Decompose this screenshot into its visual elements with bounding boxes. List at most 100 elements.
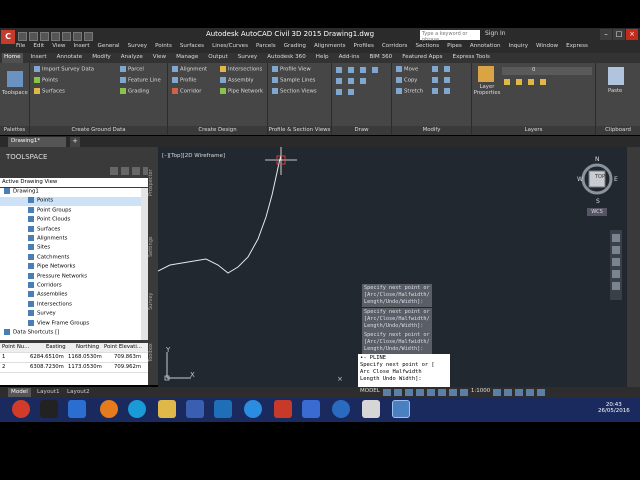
- annotation-scale[interactable]: 1:1000: [471, 388, 490, 397]
- tree-item-assemblies[interactable]: Assemblies: [0, 291, 141, 300]
- tree-item-survey[interactable]: Survey: [0, 310, 141, 319]
- menu-corridors[interactable]: Corridors: [382, 43, 408, 53]
- ribbon-tab-add-ins[interactable]: Add-ins: [337, 53, 362, 63]
- view-mode-dropdown[interactable]: Active Drawing View: [0, 178, 148, 187]
- tree-item-alignments[interactable]: Alignments: [0, 235, 141, 244]
- polar-icon[interactable]: [415, 389, 424, 396]
- alignment-button[interactable]: Alignment: [172, 66, 207, 73]
- paste-button[interactable]: Paste: [608, 88, 622, 94]
- hatch-tool-icon[interactable]: [348, 78, 356, 85]
- feature-line-button[interactable]: Feature Line: [120, 77, 161, 84]
- photos-icon[interactable]: [214, 400, 232, 418]
- ribbon-tab-annotate[interactable]: Annotate: [55, 53, 85, 63]
- fillet-icon[interactable]: [444, 77, 452, 84]
- current-layer-dropdown[interactable]: 0: [502, 67, 592, 75]
- full-navigation-wheel-icon[interactable]: [612, 234, 620, 242]
- line-tool-icon[interactable]: [336, 67, 344, 74]
- tree-item-sites[interactable]: Sites: [0, 244, 141, 253]
- tree-item-corridors[interactable]: Corridors: [0, 282, 141, 291]
- tree-item-pipe-networks[interactable]: Pipe Networks: [0, 263, 141, 272]
- parcel-button[interactable]: Parcel: [120, 66, 144, 73]
- redo-icon[interactable]: [84, 32, 93, 41]
- sign-in-button[interactable]: Sign In: [485, 30, 506, 37]
- tree-scrollbar[interactable]: [141, 188, 148, 340]
- section-views-button[interactable]: Section Views: [272, 88, 317, 95]
- profile-button[interactable]: Profile: [172, 77, 196, 84]
- flag-app-icon[interactable]: [274, 400, 292, 418]
- isolate-objects-icon[interactable]: [504, 389, 513, 396]
- layer-properties-button[interactable]: Layer Properties: [472, 84, 502, 96]
- compass-west[interactable]: W: [577, 176, 583, 183]
- rotate-icon[interactable]: [432, 66, 440, 73]
- toolspace-refresh-icon[interactable]: [132, 167, 140, 175]
- column-header[interactable]: Point Elevati...: [104, 344, 142, 350]
- menu-surfaces[interactable]: Surfaces: [180, 43, 204, 53]
- layer-off-icon[interactable]: [528, 79, 536, 86]
- paste-icon[interactable]: [608, 67, 624, 85]
- new-icon[interactable]: [18, 32, 27, 41]
- menu-pipes[interactable]: Pipes: [447, 43, 462, 53]
- sample-lines-button[interactable]: Sample Lines: [272, 77, 315, 84]
- polyline-tool-icon[interactable]: [348, 67, 356, 74]
- file-explorer-icon[interactable]: [158, 400, 176, 418]
- column-header[interactable]: Easting: [46, 344, 66, 350]
- toolspace-view-icon[interactable]: [121, 167, 129, 175]
- menu-parcels[interactable]: Parcels: [256, 43, 276, 53]
- tree-item-catchments[interactable]: Catchments: [0, 253, 141, 263]
- word-icon[interactable]: [68, 400, 86, 418]
- drawing-tab[interactable]: Drawing1*: [8, 137, 66, 147]
- profile-view-button[interactable]: Profile View: [272, 66, 311, 73]
- menu-file[interactable]: File: [16, 43, 25, 53]
- showmotion-icon[interactable]: [612, 282, 620, 290]
- menu-inquiry[interactable]: Inquiry: [509, 43, 528, 53]
- firefox-icon[interactable]: [100, 400, 118, 418]
- rectangle-tool-icon[interactable]: [336, 78, 344, 85]
- opera-icon[interactable]: [12, 400, 30, 418]
- annotation-visibility-icon[interactable]: [459, 389, 468, 396]
- civil3d-taskbar-icon[interactable]: [392, 400, 410, 418]
- table-row[interactable]: 2 6308.7230m 1173.0530m 709.962m: [0, 363, 148, 373]
- ribbon-tab-view[interactable]: View: [151, 53, 168, 63]
- minimize-button[interactable]: –: [600, 29, 612, 40]
- tree-item-point-groups[interactable]: Point Groups: [0, 206, 141, 216]
- layer-isolate-icon[interactable]: [504, 79, 512, 86]
- toolspace-option-icon[interactable]: [110, 167, 118, 175]
- surfaces-button[interactable]: Surfaces: [34, 88, 65, 95]
- compass-north[interactable]: N: [595, 156, 600, 163]
- tree-item-surfaces[interactable]: Surfaces: [0, 225, 141, 235]
- points-button[interactable]: Points: [34, 77, 58, 84]
- zoom-extents-icon[interactable]: [612, 258, 620, 266]
- compass-east[interactable]: E: [614, 176, 618, 183]
- orbit-icon[interactable]: [612, 270, 620, 278]
- menu-points[interactable]: Points: [155, 43, 172, 53]
- menu-view[interactable]: View: [52, 43, 65, 53]
- save-as-icon[interactable]: [51, 32, 60, 41]
- new-tab-button[interactable]: +: [70, 137, 80, 147]
- layer-freeze-icon[interactable]: [516, 79, 524, 86]
- menu-express[interactable]: Express: [566, 43, 588, 53]
- layout2-tab[interactable]: Layout2: [64, 388, 93, 397]
- column-header[interactable]: Point Nu...: [2, 344, 29, 350]
- import-survey-data-button[interactable]: Import Survey Data: [34, 66, 94, 73]
- menu-alignments[interactable]: Alignments: [314, 43, 346, 53]
- command-line-input[interactable]: •- PLINE Specify next point or [ Arc Clo…: [358, 354, 450, 387]
- spline-tool-icon[interactable]: [336, 89, 344, 96]
- layer-properties-icon[interactable]: [478, 66, 494, 82]
- grading-button[interactable]: Grading: [120, 88, 149, 95]
- wcs-menu[interactable]: WCS: [587, 208, 607, 216]
- menu-insert[interactable]: Insert: [74, 43, 90, 53]
- menu-sections[interactable]: Sections: [415, 43, 439, 53]
- ribbon-tab-help[interactable]: Help: [314, 53, 331, 63]
- copy-button[interactable]: Copy: [396, 77, 417, 84]
- corridor-button[interactable]: Corridor: [172, 88, 201, 95]
- table-row[interactable]: 1 6284.6510m 1168.0530m 709.863m: [0, 353, 148, 363]
- circle-tool-icon[interactable]: [360, 67, 368, 74]
- viewcube-face[interactable]: TOP: [595, 174, 605, 180]
- toolspace-icon[interactable]: [7, 71, 23, 87]
- print-icon[interactable]: [62, 32, 71, 41]
- compass-south[interactable]: S: [596, 198, 600, 205]
- assembly-button[interactable]: Assembly: [220, 77, 254, 84]
- menu-window[interactable]: Window: [536, 43, 558, 53]
- ribbon-tab-survey[interactable]: Survey: [236, 53, 259, 63]
- menu-general[interactable]: General: [98, 43, 120, 53]
